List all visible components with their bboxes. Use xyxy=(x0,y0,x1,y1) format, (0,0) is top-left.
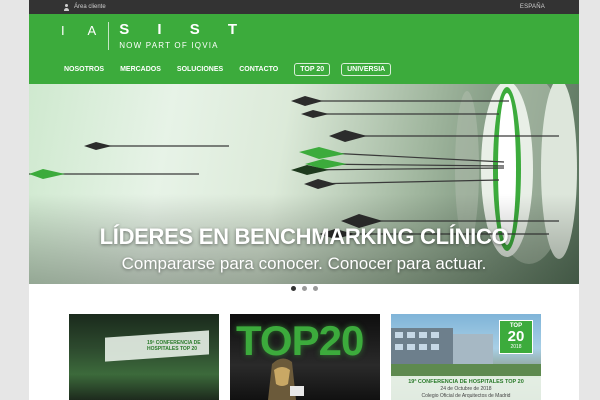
slider-dot-3[interactable] xyxy=(312,286,318,291)
nav-item-soluciones[interactable]: SOLUCIONES xyxy=(177,66,223,73)
stage-screen-text: 19ª CONFERENCIA DE HOSPITALES TOP 20 xyxy=(147,340,201,352)
country-selector[interactable]: ESPAÑA xyxy=(520,4,545,10)
nav-item-top20[interactable]: TOP 20 xyxy=(294,63,331,76)
trophy-image xyxy=(268,358,304,400)
page: Área cliente ESPAÑA I A S I S T NOW PART… xyxy=(29,0,579,400)
header: I A S I S T NOW PART OF IQVIA NOSOTROS M… xyxy=(29,14,579,84)
slider-dot-1[interactable] xyxy=(290,286,296,291)
badge-number: 20 xyxy=(507,328,525,345)
nav-item-universia[interactable]: UNIVERSIA xyxy=(341,63,392,76)
conference-banner: 19ª CONFERENCIA DE HOSPITALES TOP 20 24 … xyxy=(391,376,541,400)
nav-item-mercados[interactable]: MERCADOS xyxy=(120,66,161,73)
slider-pagination xyxy=(29,286,579,291)
client-area-label: Área cliente xyxy=(74,4,106,10)
badge-year: 2018 xyxy=(510,344,522,350)
user-icon xyxy=(63,3,70,11)
top20-conference-card[interactable]: TOP 20 2018 19ª CONFERENCIA DE HOSPITALE… xyxy=(391,314,541,400)
logo-sist-text: S I S T xyxy=(119,21,250,38)
logo-right: S I S T NOW PART OF IQVIA xyxy=(119,21,250,51)
client-area-link[interactable]: Área cliente xyxy=(63,3,106,11)
hero-subtitle: Compararse para conocer. Conocer para ac… xyxy=(121,254,487,273)
banner-line-2: 24 de Octubre de 2018 xyxy=(440,386,492,392)
nav-item-contacto[interactable]: CONTACTO xyxy=(239,66,278,73)
banner-line-3: Colegio Oficial de Arquitectos de Madrid xyxy=(421,393,511,399)
top-bar: Área cliente ESPAÑA xyxy=(29,0,579,14)
logo-tagline: NOW PART OF IQVIA xyxy=(119,41,219,50)
top20-award-card[interactable]: TOP20 xyxy=(230,314,380,400)
hero-title: LÍDERES EN BENCHMARKING CLÍNICO xyxy=(99,224,509,249)
hero-slider[interactable]: LÍDERES EN BENCHMARKING CLÍNICO Comparar… xyxy=(29,84,579,284)
featured-cards: 19ª CONFERENCIA DE HOSPITALES TOP 20 TOP… xyxy=(69,314,541,400)
banner-line-1: 19ª CONFERENCIA DE HOSPITALES TOP 20 xyxy=(408,379,524,385)
conference-stage-card[interactable]: 19ª CONFERENCIA DE HOSPITALES TOP 20 xyxy=(69,314,219,400)
logo-ia-text: I A xyxy=(61,23,107,38)
iasist-logo[interactable]: I A S I S T NOW PART OF IQVIA xyxy=(61,22,249,50)
logo-divider xyxy=(108,22,110,50)
slider-dot-2[interactable] xyxy=(301,286,307,291)
top20-badge: TOP 20 2018 xyxy=(499,320,533,354)
main-nav: NOSOTROS MERCADOS SOLUCIONES CONTACTO TO… xyxy=(64,63,402,76)
nav-item-nosotros[interactable]: NOSOTROS xyxy=(64,66,104,73)
